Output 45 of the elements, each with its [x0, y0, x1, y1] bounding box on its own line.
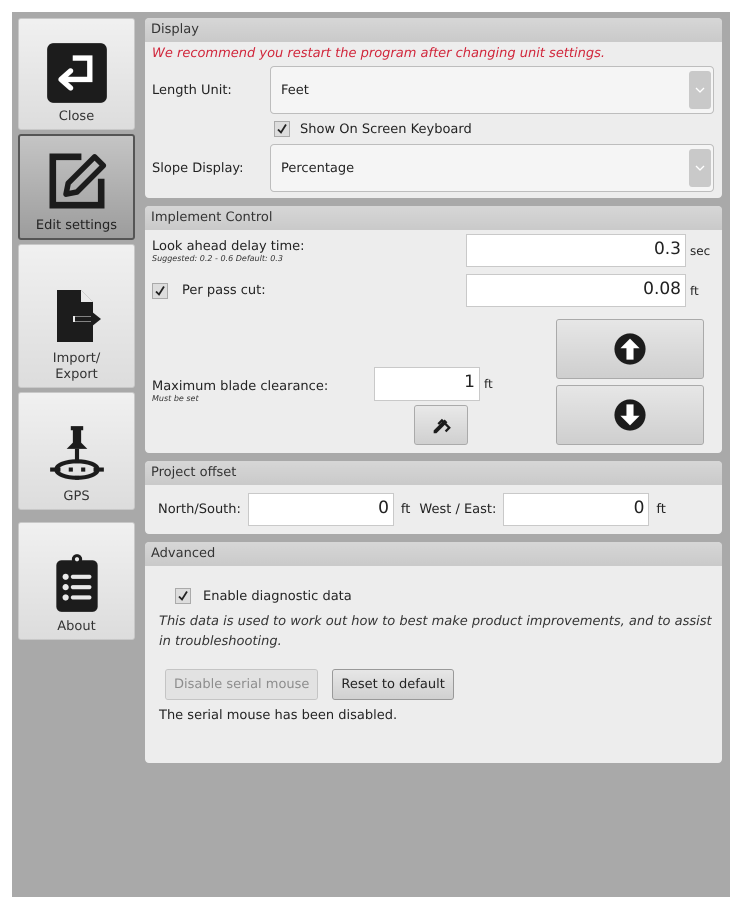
input-field[interactable]: 1: [374, 367, 480, 401]
hint-text: Suggested: 0.2 - 0.6 Default: 0.3: [152, 254, 284, 262]
field-label: Slope Display:: [152, 160, 245, 176]
status-text: The serial mouse has been disabled.: [159, 708, 398, 723]
panel-header: Implement Control: [145, 206, 722, 230]
panel-header: Advanced: [145, 542, 722, 566]
checkbox[interactable]: [274, 121, 290, 137]
checkbox[interactable]: [152, 282, 168, 298]
input-field[interactable]: 0: [503, 493, 650, 526]
hint-text: Must be set: [152, 394, 200, 403]
panel-header: Display: [145, 18, 722, 42]
dropdown[interactable]: Percentage: [270, 144, 714, 192]
close-icon: [44, 40, 108, 105]
checkbox-label: Per pass cut:: [182, 283, 266, 298]
tool-button[interactable]: [414, 405, 468, 445]
sidebar-button[interactable]: About: [18, 522, 135, 640]
reset-button[interactable]: Reset to default: [332, 669, 454, 700]
lower-button[interactable]: [556, 385, 704, 445]
warning-text: We recommend you restart the program after changing unit settings.: [152, 46, 606, 61]
unit-label: ft: [690, 284, 700, 298]
checkbox-label: Enable diagnostic data: [203, 588, 352, 604]
input-field[interactable]: 0: [248, 493, 394, 526]
checkbox-label: Show On Screen Keyboard: [300, 122, 472, 136]
up-arrow-circle-icon: [613, 332, 647, 366]
unit-label: ft: [656, 502, 666, 517]
panel-header: Project offset: [145, 461, 722, 485]
input-field[interactable]: 0.3: [466, 234, 686, 267]
dropdown[interactable]: Feet: [270, 66, 714, 114]
unit-label: sec: [690, 244, 712, 258]
description-text: This data is used to work out how to best make product improvements, and to assist in troubleshooting.: [159, 613, 712, 650]
sidebar-button[interactable]: Edit settings: [18, 134, 135, 240]
unit-label: ft: [400, 502, 410, 517]
field-label: Length Unit:: [152, 82, 233, 98]
raise-button[interactable]: [556, 319, 704, 379]
sidebar-button[interactable]: Close: [18, 18, 135, 130]
field-label: North/South:: [158, 502, 241, 517]
input-field[interactable]: 0.08: [466, 274, 686, 307]
sidebar-button[interactable]: GPS: [18, 392, 135, 510]
checkbox[interactable]: [175, 588, 191, 604]
field-label: Maximum blade clearance:: [152, 379, 330, 394]
down-arrow-circle-icon: [613, 398, 647, 432]
unit-label: ft: [484, 377, 494, 391]
field-label: West / East:: [419, 502, 496, 517]
sidebar-button[interactable]: Import/ Export: [18, 244, 135, 388]
field-label: Look ahead delay time:: [152, 238, 306, 254]
